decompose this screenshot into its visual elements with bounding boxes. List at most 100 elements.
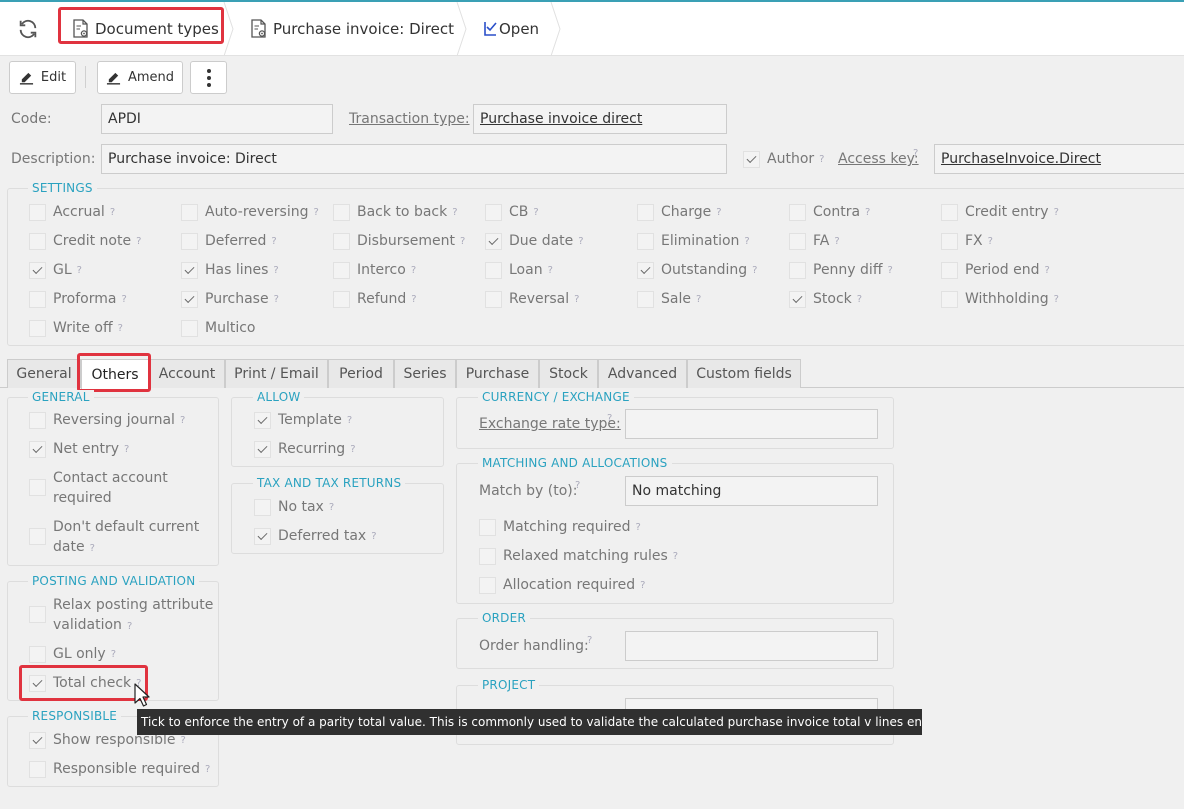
setting-interco-checkbox[interactable]: Interco? xyxy=(333,260,416,280)
setting-accrual-checkbox[interactable]: Accrual? xyxy=(29,202,115,222)
checkbox-box[interactable] xyxy=(743,150,760,168)
reversing-journal-checkbox[interactable]: Reversing journal? xyxy=(29,410,185,430)
checkbox-box[interactable] xyxy=(29,261,46,279)
help-icon[interactable]: ? xyxy=(121,294,126,305)
tab-account[interactable]: Account xyxy=(149,359,225,388)
tab-series[interactable]: Series xyxy=(394,359,456,388)
more-actions-button[interactable] xyxy=(190,61,227,94)
setting-contra-checkbox[interactable]: Contra? xyxy=(789,202,870,222)
help-icon[interactable]: ? xyxy=(575,480,580,491)
help-icon[interactable]: ? xyxy=(110,207,115,218)
checkbox-box[interactable] xyxy=(789,290,806,308)
author-checkbox[interactable]: Author? xyxy=(743,149,824,169)
setting-fa-checkbox[interactable]: FA? xyxy=(789,231,840,251)
setting-loan-checkbox[interactable]: Loan? xyxy=(485,260,553,280)
setting-credit-note-checkbox[interactable]: Credit note? xyxy=(29,231,141,251)
template-checkbox[interactable]: Template? xyxy=(254,410,352,430)
help-icon[interactable]: ? xyxy=(574,294,579,305)
exchange-rate-type-field[interactable] xyxy=(625,409,878,439)
checkbox-box[interactable] xyxy=(637,290,654,308)
setting-stock-checkbox[interactable]: Stock? xyxy=(789,289,862,309)
description-field[interactable]: Purchase invoice: Direct xyxy=(101,144,727,174)
access-key-label[interactable]: Access key: xyxy=(838,151,919,167)
help-icon[interactable]: ? xyxy=(205,764,210,775)
help-icon[interactable]: ? xyxy=(744,236,749,247)
transaction-type-label[interactable]: Transaction type: xyxy=(349,111,470,127)
checkbox-box[interactable] xyxy=(485,290,502,308)
access-key-value[interactable]: PurchaseInvoice.Direct xyxy=(941,151,1101,167)
setting-penny-diff-checkbox[interactable]: Penny diff? xyxy=(789,260,893,280)
setting-charge-checkbox[interactable]: Charge? xyxy=(637,202,722,222)
help-icon[interactable]: ? xyxy=(857,294,862,305)
setting-outstanding-checkbox[interactable]: Outstanding? xyxy=(637,260,757,280)
help-icon[interactable]: ? xyxy=(90,543,95,554)
match-by-field[interactable]: No matching xyxy=(625,476,878,506)
exchange-rate-type-label[interactable]: Exchange rate type: xyxy=(479,416,621,432)
help-icon[interactable]: ? xyxy=(716,207,721,218)
help-icon[interactable]: ? xyxy=(180,415,185,426)
checkbox-box[interactable] xyxy=(789,203,806,221)
transaction-type-field[interactable]: Purchase invoice direct xyxy=(473,104,727,134)
help-icon[interactable]: ? xyxy=(111,649,116,660)
checkbox-box[interactable] xyxy=(941,290,958,308)
help-icon[interactable]: ? xyxy=(887,265,892,276)
checkbox-box[interactable] xyxy=(789,261,806,279)
help-icon[interactable]: ? xyxy=(1054,294,1059,305)
breadcrumb-open[interactable]: Open xyxy=(483,2,539,56)
checkbox-box[interactable] xyxy=(29,645,46,663)
setting-purchase-checkbox[interactable]: Purchase? xyxy=(181,289,279,309)
help-icon[interactable]: ? xyxy=(587,635,592,646)
access-key-field[interactable]: PurchaseInvoice.Direct xyxy=(934,144,1184,174)
checkbox-box[interactable] xyxy=(181,290,198,308)
net-entry-checkbox[interactable]: Net entry? xyxy=(29,439,129,459)
setting-credit-entry-checkbox[interactable]: Credit entry? xyxy=(941,202,1059,222)
help-icon[interactable]: ? xyxy=(274,294,279,305)
setting-reversal-checkbox[interactable]: Reversal? xyxy=(485,289,579,309)
help-icon[interactable]: ? xyxy=(350,444,355,455)
checkbox-box[interactable] xyxy=(637,203,654,221)
checkbox-box[interactable] xyxy=(333,261,350,279)
checkbox-box[interactable] xyxy=(485,261,502,279)
deferred-tax-checkbox[interactable]: Deferred tax? xyxy=(254,526,377,546)
amend-button[interactable]: Amend xyxy=(97,61,183,94)
checkbox-box[interactable] xyxy=(941,203,958,221)
help-icon[interactable]: ? xyxy=(913,148,918,159)
setting-back-to-back-checkbox[interactable]: Back to back? xyxy=(333,202,458,222)
checkbox-box[interactable] xyxy=(789,232,806,250)
help-icon[interactable]: ? xyxy=(819,154,824,165)
setting-auto-reversing-checkbox[interactable]: Auto-reversing? xyxy=(181,202,319,222)
tab-print-email[interactable]: Print / Email xyxy=(225,359,328,388)
checkbox-box[interactable] xyxy=(29,606,46,623)
relaxed-matching-rules-checkbox[interactable]: Relaxed matching rules? xyxy=(479,546,678,566)
checkbox-box[interactable] xyxy=(333,232,350,250)
help-icon[interactable]: ? xyxy=(180,735,185,746)
help-icon[interactable]: ? xyxy=(118,323,123,334)
checkbox-box[interactable] xyxy=(29,674,46,692)
checkbox-box[interactable] xyxy=(181,261,198,279)
help-icon[interactable]: ? xyxy=(271,236,276,247)
setting-refund-checkbox[interactable]: Refund? xyxy=(333,289,417,309)
edit-button[interactable]: Edit xyxy=(9,61,76,94)
breadcrumb-document-types[interactable]: Document types xyxy=(72,2,219,56)
checkbox-box[interactable] xyxy=(181,203,198,221)
checkbox-box[interactable] xyxy=(485,232,502,250)
checkbox-box[interactable] xyxy=(941,232,958,250)
relax-posting-attribute-checkbox[interactable]: Relax posting attribute validation? xyxy=(29,595,213,637)
help-icon[interactable]: ? xyxy=(136,236,141,247)
tab-purchase[interactable]: Purchase xyxy=(456,359,539,388)
setting-gl-checkbox[interactable]: GL? xyxy=(29,260,82,280)
no-tax-checkbox[interactable]: No tax? xyxy=(254,497,334,517)
allocation-required-checkbox[interactable]: Allocation required? xyxy=(479,575,645,595)
gl-only-checkbox[interactable]: GL only? xyxy=(29,644,116,664)
help-icon[interactable]: ? xyxy=(548,265,553,276)
help-icon[interactable]: ? xyxy=(640,580,645,591)
help-icon[interactable]: ? xyxy=(578,236,583,247)
help-icon[interactable]: ? xyxy=(696,294,701,305)
checkbox-box[interactable] xyxy=(333,203,350,221)
help-icon[interactable]: ? xyxy=(411,265,416,276)
help-icon[interactable]: ? xyxy=(371,531,376,542)
order-handling-field[interactable] xyxy=(625,631,878,661)
checkbox-box[interactable] xyxy=(29,440,46,458)
setting-withholding-checkbox[interactable]: Withholding? xyxy=(941,289,1059,309)
refresh-button[interactable] xyxy=(15,16,41,42)
